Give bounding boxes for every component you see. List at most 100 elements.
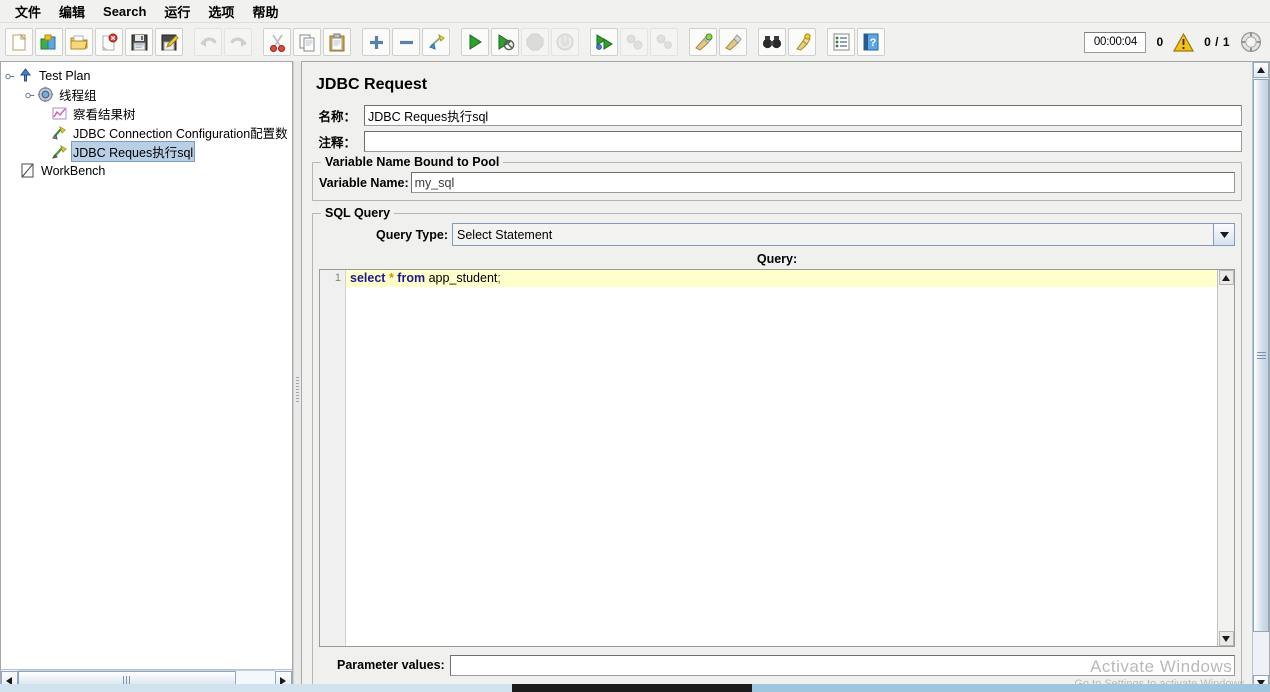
variable-pool-group-title: Variable Name Bound to Pool (321, 155, 504, 169)
jdbc-request-form: JDBC Request 名称： JDBC Reques执行sql 注释： Va… (302, 62, 1252, 691)
clear-icon[interactable] (689, 28, 717, 56)
collapse-all-icon[interactable] (392, 28, 420, 56)
help-icon[interactable]: ? (857, 28, 885, 56)
function-helper-icon[interactable] (827, 28, 855, 56)
menu-edit[interactable]: 编辑 (50, 0, 94, 23)
new-file-icon[interactable] (5, 28, 33, 56)
templates-icon[interactable] (35, 28, 63, 56)
open-folder-icon[interactable] (65, 28, 93, 56)
tree-node-label: JDBC Reques执行sql (71, 141, 196, 162)
error-count: 0 (1156, 35, 1164, 49)
sql-token-keyword-from: from (397, 271, 426, 285)
menu-file[interactable]: 文件 (6, 0, 50, 23)
tree-node-label: 察看结果树 (73, 108, 136, 122)
svg-text:?: ? (870, 37, 877, 49)
parameter-values-label: Parameter values: (337, 658, 445, 672)
editor-vertical-scrollbar[interactable] (1217, 270, 1234, 646)
elapsed-timer: 00:00:04 (1084, 31, 1147, 53)
close-icon[interactable] (95, 28, 123, 56)
active-threads-count: 0 / 1 (1204, 35, 1230, 49)
name-label: 名称： (318, 109, 356, 124)
jdbc-request-icon (51, 143, 68, 160)
expand-handle-icon[interactable] (5, 71, 15, 80)
search-icon[interactable] (758, 28, 786, 56)
comment-input[interactable] (364, 130, 1242, 152)
editor-scroll-down-arrow-icon[interactable] (1218, 631, 1234, 646)
sql-query-group-title: SQL Query (321, 206, 395, 220)
pane-vertical-scrollbar[interactable] (1252, 62, 1269, 691)
jdbc-connection-config-icon (51, 124, 68, 141)
parameter-values-input[interactable] (449, 654, 1235, 676)
tree-node-workbench[interactable]: WorkBench (1, 161, 292, 180)
redo-icon (224, 28, 252, 56)
menu-run[interactable]: 运行 (155, 0, 199, 23)
test-plan-icon (17, 67, 34, 84)
search-reset-icon[interactable] (788, 28, 816, 56)
start-no-pauses-icon[interactable] (491, 28, 519, 56)
variable-name-label: Variable Name: (319, 175, 409, 190)
taskbar-strip (0, 684, 1270, 692)
query-type-select[interactable]: Select Statement (452, 223, 1235, 246)
variable-pool-group: Variable Name Bound to Pool Variable Nam… (312, 155, 1242, 201)
remote-shutdown-all-icon (650, 28, 678, 56)
toggle-icon[interactable] (422, 28, 450, 56)
expand-handle-icon[interactable] (25, 90, 35, 99)
jmeter-window: 文件 编辑 Search 运行 选项 帮助 ? 00:00:04 0 0 / 1… (0, 0, 1270, 692)
menu-bar: 文件 编辑 Search 运行 选项 帮助 (0, 0, 1270, 23)
comment-field-row: 注释： (312, 130, 1242, 152)
query-caption: Query: (756, 252, 798, 266)
thread-group-icon (37, 86, 54, 103)
paste-icon[interactable] (323, 28, 351, 56)
taskbar-left (0, 684, 512, 692)
editor-gutter: 1 (320, 270, 346, 646)
variable-name-input[interactable]: my_sql (410, 172, 1235, 193)
thumb-grip-icon (1256, 352, 1266, 359)
tree-node-jdbc-connection-configuration[interactable]: JDBC Connection Configuration配置数 (1, 123, 292, 142)
divider-grip-icon (296, 376, 299, 403)
shutdown-icon (551, 28, 579, 56)
save-as-icon[interactable] (155, 28, 183, 56)
menu-search[interactable]: Search (94, 2, 155, 21)
start-icon[interactable] (461, 28, 489, 56)
line-number: 1 (334, 272, 341, 284)
warning-triangle-icon[interactable] (1173, 32, 1195, 52)
scroll-up-arrow-icon[interactable] (1253, 62, 1269, 78)
clear-all-icon[interactable] (719, 28, 747, 56)
editor-code-area[interactable]: select * from app_student; (346, 270, 1217, 646)
comment-label: 注释： (318, 135, 356, 150)
tree-node-thread-group[interactable]: 线程组 (1, 85, 292, 104)
tree-node-jdbc-request[interactable]: JDBC Reques执行sql (1, 141, 292, 162)
sql-token-table: app_student (428, 271, 498, 285)
tree-node-label: WorkBench (41, 163, 106, 178)
sql-query-group: SQL Query Query Type: Select Statement Q… (312, 206, 1242, 685)
name-field-row: 名称： JDBC Reques执行sql (312, 104, 1242, 126)
save-icon[interactable] (125, 28, 153, 56)
test-plan-tree[interactable]: Test Plan 线程组 察看结果树 JDBC Connection Conf… (1, 62, 292, 669)
sql-editor[interactable]: 1 select * from app_student; (319, 269, 1235, 647)
tree-node-test-plan[interactable]: Test Plan (1, 66, 292, 85)
expand-all-icon[interactable] (362, 28, 390, 56)
main-content: Test Plan 线程组 察看结果树 JDBC Connection Conf… (0, 61, 1270, 692)
toolbar-status: 00:00:04 0 0 / 1 (1084, 26, 1262, 58)
editor-scroll-up-arrow-icon[interactable] (1218, 270, 1234, 285)
name-input[interactable]: JDBC Reques执行sql (364, 104, 1242, 126)
tree-node-view-results-tree[interactable]: 察看结果树 (1, 104, 292, 123)
menu-options[interactable]: 选项 (199, 0, 243, 23)
view-results-tree-icon (51, 105, 68, 122)
undo-icon (194, 28, 222, 56)
workbench-icon (19, 162, 36, 179)
query-type-label: Query Type: (376, 227, 449, 242)
cut-icon[interactable] (263, 28, 291, 56)
page-title: JDBC Request (316, 76, 428, 93)
copy-icon[interactable] (293, 28, 321, 56)
taskbar-center (512, 684, 752, 692)
menu-help[interactable]: 帮助 (243, 0, 287, 23)
remote-start-all-icon[interactable] (590, 28, 618, 56)
scrollbar-thumb[interactable] (1253, 79, 1269, 632)
sql-token-keyword: select (350, 271, 386, 285)
query-type-value: Select Statement (457, 227, 553, 242)
sql-code-line[interactable]: select * from app_student; (346, 270, 1217, 287)
jdbc-request-pane: JDBC Request 名称： JDBC Reques执行sql 注释： Va… (301, 61, 1270, 692)
chevron-down-icon[interactable] (1213, 224, 1234, 245)
sql-token-semicolon: ; (497, 271, 501, 285)
